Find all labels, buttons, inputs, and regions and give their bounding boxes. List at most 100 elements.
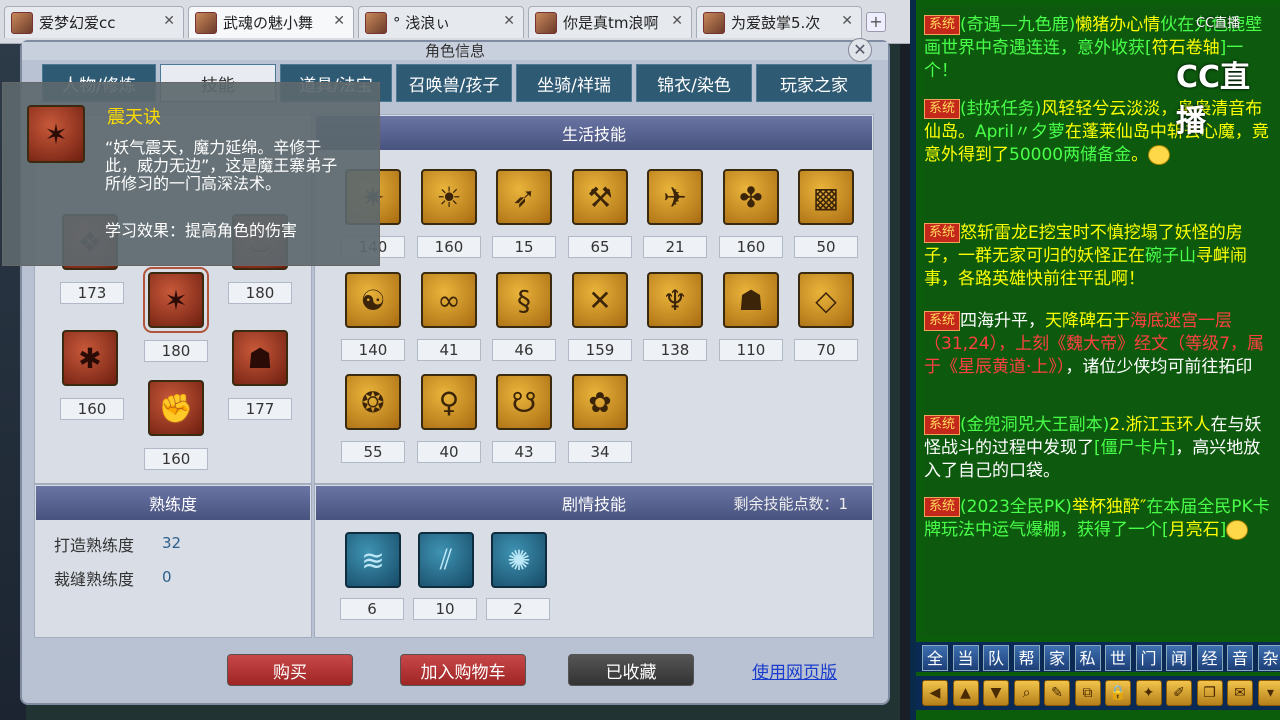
story-skill-icon[interactable]: ⫽ [418, 532, 474, 588]
claw-icon[interactable]: ✶ [143, 267, 209, 333]
chat-message: 系统 四海升平，天降碑石于海底迷宫一层（31,24），上刻《魏大帝》经文（等级7，… [924, 310, 1276, 379]
life-skill-icon[interactable]: ☀ [421, 169, 477, 225]
system-badge: 系统 [924, 15, 961, 35]
demon-icon[interactable]: ☗ [232, 330, 288, 386]
life-skill-icon[interactable]: ∞ [421, 272, 477, 328]
chat-message: 系统 (金兜洞兕大王副本)2.浙江玉环人在与妖怪战斗的过程中发现了[僵尸卡片]，高… [924, 414, 1276, 483]
chat-message-text: ] [1219, 520, 1227, 540]
life-skill-icon[interactable]: ✕ [572, 272, 628, 328]
close-icon[interactable]: ✕ [671, 13, 683, 29]
life-skill-icon[interactable]: ⚒ [572, 169, 628, 225]
tab-item[interactable]: ° 浅浪ぃ ✕ [358, 6, 524, 38]
tailoring-value: 0 [162, 568, 172, 586]
skill-level: 41 [417, 339, 481, 361]
close-icon[interactable]: ✕ [163, 13, 175, 29]
skill-level: 70 [794, 339, 858, 361]
chat-channel-button[interactable]: 世 [1105, 645, 1131, 671]
skill-level: 21 [643, 236, 707, 258]
chat-channel-button[interactable]: 门 [1135, 645, 1162, 671]
life-skill-icon[interactable]: ☗ [723, 272, 779, 328]
close-icon[interactable]: ✕ [841, 13, 853, 29]
note-icon[interactable]: ✎ [1044, 680, 1070, 706]
buy-button[interactable]: 购买 [227, 654, 353, 686]
new-tab-button[interactable]: + [866, 12, 886, 32]
bag-icon[interactable]: 🔒 [1105, 680, 1131, 706]
up-arrow-icon[interactable]: ▲ [952, 680, 979, 706]
copy-icon[interactable]: ✐ [1166, 680, 1192, 706]
skill-level: 160 [60, 398, 124, 420]
add-to-cart-button[interactable]: 加入购物车 [400, 654, 526, 686]
chat-channel-button[interactable]: 全 [922, 645, 948, 671]
close-window-button[interactable]: ✕ [848, 38, 872, 62]
story-skill-icon[interactable]: ✺ [491, 532, 547, 588]
skill-level: 160 [144, 448, 208, 470]
favorited-button[interactable]: 已收藏 [568, 654, 694, 686]
life-skill-icon[interactable]: ✿ [572, 374, 628, 430]
tab-item[interactable]: 你是真tm浪啊 ✕ [528, 6, 692, 38]
skill-level: 2 [486, 598, 550, 620]
life-skill-icon[interactable]: ◇ [798, 272, 854, 328]
skill-tooltip-icon: ✶ [27, 105, 85, 163]
skill-level: 50 [794, 236, 858, 258]
tab-title: 武魂の魅小舞 [223, 14, 314, 32]
web-version-link[interactable]: 使用网页版 [752, 658, 837, 683]
skill-level: 173 [60, 282, 124, 304]
chat-message: 系统 (2023全民PK)举杯独醉″在本届全民PK卡牌玩法中运气爆棚，获得了一个[… [924, 496, 1276, 542]
spider-icon[interactable]: ✱ [62, 330, 118, 386]
chat-channel-button[interactable]: 音 [1227, 645, 1253, 671]
chat-icon[interactable]: ❐ [1196, 680, 1223, 706]
life-skill-icon[interactable]: ❂ [345, 374, 401, 430]
tab-item[interactable]: 武魂の魅小舞 ✕ [188, 6, 354, 38]
system-badge: 系统 [924, 415, 961, 435]
search-icon[interactable]: ⌕ [1013, 680, 1040, 706]
close-icon[interactable]: ✕ [503, 13, 515, 29]
lock-icon[interactable]: ⧉ [1074, 680, 1101, 706]
remaining-points: 剩余技能点数：1 [733, 493, 848, 514]
tab-home[interactable]: 玩家之家 [756, 64, 872, 102]
down-icon[interactable]: ▾ [1257, 680, 1280, 706]
tab-title: 为爱鼓掌5.次 [731, 14, 821, 32]
life-skill-icon[interactable]: ☋ [496, 374, 552, 430]
chat-channel-button[interactable]: 家 [1044, 645, 1070, 671]
chat-channel-button[interactable]: 当 [952, 645, 979, 671]
tab-outfits[interactable]: 锦衣/染色 [636, 64, 752, 102]
life-skill-icon[interactable]: ✈ [647, 169, 703, 225]
chat-channel-button[interactable]: 经 [1196, 645, 1223, 671]
chat-channel-button[interactable]: 私 [1074, 645, 1101, 671]
avatar-icon [11, 12, 33, 34]
tab-item[interactable]: 爱梦幻爱cc ✕ [4, 6, 184, 38]
chat-message-text: 碗子山 [1145, 246, 1196, 266]
life-skill-icon[interactable]: ♀ [421, 374, 477, 430]
tab-mounts[interactable]: 坐骑/祥瑞 [516, 64, 632, 102]
smile-emoji-icon [1226, 520, 1249, 540]
fist-icon[interactable]: ✊ [148, 380, 204, 436]
chat-channel-button[interactable]: 队 [983, 645, 1009, 671]
skill-name: 震天诀 [107, 107, 161, 128]
life-skill-icon[interactable]: ➶ [496, 169, 552, 225]
life-skills-header: 生活技能 [316, 116, 872, 150]
skill-level: 160 [417, 236, 481, 258]
chat-message-text: 月亮石 [1168, 520, 1220, 540]
tab-item[interactable]: 为爱鼓掌5.次 ✕ [696, 6, 862, 38]
life-skill-icon[interactable]: § [496, 272, 552, 328]
chat-message-text: [僵尸卡片] [1094, 438, 1176, 458]
life-skill-icon[interactable]: ▩ [798, 169, 854, 225]
chat-channel-button[interactable]: 闻 [1166, 645, 1192, 671]
skill-level: 180 [144, 340, 208, 362]
life-skill-icon[interactable]: ☯ [345, 272, 401, 328]
skill-level: 34 [568, 441, 632, 463]
tab-pets[interactable]: 召唤兽/孩子 [396, 64, 512, 102]
chat-message-text: (金兜洞兕大王副本) [960, 415, 1110, 435]
left-arrow-icon[interactable]: ◀ [922, 680, 948, 706]
life-skill-icon[interactable]: ✤ [723, 169, 779, 225]
chat-channel-button[interactable]: 帮 [1013, 645, 1040, 671]
list-icon[interactable]: ✉ [1227, 680, 1253, 706]
story-skill-icon[interactable]: ≋ [345, 532, 401, 588]
paint-icon[interactable]: ✦ [1135, 680, 1162, 706]
life-skill-icon[interactable]: ♆ [647, 272, 703, 328]
close-icon[interactable]: ✕ [333, 13, 345, 29]
proficiency-header: 熟练度 [36, 486, 310, 520]
tab-title: 你是真tm浪啊 [563, 14, 659, 32]
down-arrow-icon[interactable]: ▼ [983, 680, 1009, 706]
chat-channel-button[interactable]: 杂 [1257, 645, 1280, 671]
